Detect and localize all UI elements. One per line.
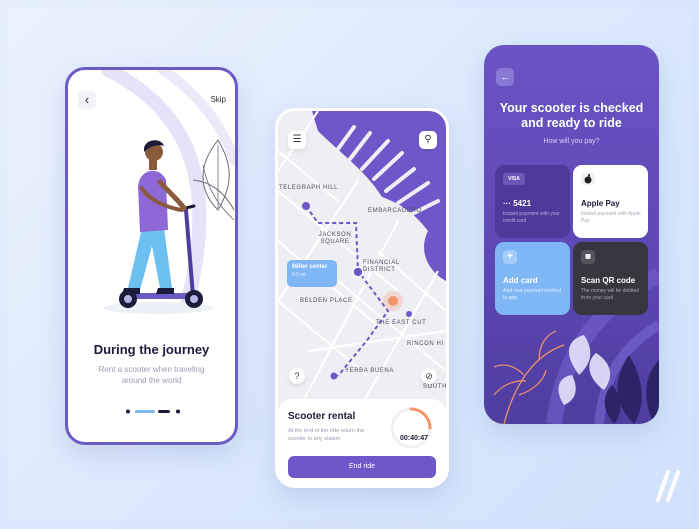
rental-description: At the end of the ride return the scoote…	[288, 428, 365, 442]
map-phone: TELEGRAPH HILL EMBARCADERO JACKSON SQUAR…	[275, 108, 449, 488]
menu-button[interactable]: ☰	[288, 131, 306, 149]
page-dot[interactable]	[126, 409, 130, 414]
street-label: THE EAST CUT	[376, 320, 427, 326]
page-dot[interactable]	[176, 409, 180, 414]
page-dot-active[interactable]	[135, 410, 155, 413]
help-button[interactable]: ?	[289, 368, 305, 384]
ride-timer: 00:40:47	[399, 435, 428, 442]
payment-option-card[interactable]: VISA ··· 5421 Instant payment with your …	[495, 165, 570, 238]
onboarding-title: During the journey	[93, 342, 210, 357]
page-indicator	[126, 409, 180, 414]
chevron-left-icon: ‹	[84, 92, 90, 107]
rental-sheet: Scooter rental At the end of the ride re…	[278, 399, 446, 485]
street-label: YERBA BUENA	[345, 368, 394, 374]
brand-logo	[656, 470, 680, 502]
option-description: Add new payment method to app	[503, 288, 562, 301]
location-distance: 0.6 mi	[292, 272, 306, 278]
street-label: BELDEN PLACE	[300, 298, 353, 304]
back-button[interactable]: ←	[496, 68, 514, 86]
payment-option-add-card[interactable]: + Add card Add new payment method to app	[495, 242, 570, 315]
location-name: Miller center	[292, 264, 328, 270]
street-label: TELEGRAPH HILL	[279, 185, 339, 191]
search-icon: ⚲	[424, 134, 432, 145]
option-description: The money will be debited from your card	[581, 288, 640, 301]
hamburger-menu-icon: ☰	[292, 134, 302, 145]
compass-icon: ⊘	[425, 371, 433, 381]
street-label: EMBARCADERO	[368, 208, 422, 214]
option-description: Instant payment with Apple Pay	[581, 211, 641, 224]
timer-ring	[390, 407, 432, 449]
option-title: Add card	[503, 276, 538, 285]
page-dot[interactable]	[158, 410, 170, 413]
plus-icon: +	[503, 250, 517, 264]
visa-icon: VISA	[503, 173, 525, 185]
card-number: ··· 5421	[503, 199, 532, 208]
street-label: FINANCIAL DISTRICT	[363, 260, 400, 273]
street-label: RINCON HI	[407, 341, 444, 347]
payment-option-apple-pay[interactable]: Apple Pay Instant payment with Apple Pay	[573, 165, 648, 238]
compass-button[interactable]: ⊘	[421, 368, 437, 384]
payment-option-qr[interactable]: ▦ Scan QR code The money will be debited…	[573, 242, 648, 315]
location-bubble[interactable]: Miller center 0.6 mi	[287, 260, 337, 287]
onboarding-subtitle: Rent a scooter when traveling around the…	[98, 365, 205, 385]
apple-icon	[581, 173, 595, 185]
street-label: SOUTH	[423, 384, 447, 390]
rental-title: Scooter rental	[288, 411, 356, 422]
onboarding-phone: ‹ Skip During the journey Rent a scooter…	[65, 67, 238, 445]
payment-title: Your scooter is checked and ready to rid…	[499, 101, 644, 130]
arrow-left-icon: ←	[500, 72, 510, 82]
option-description: Instant payment with your credit card	[503, 211, 560, 224]
qr-icon: ▦	[581, 250, 595, 264]
payment-phone: ← Your scooter is checked and ready to r…	[484, 45, 659, 424]
option-title: Scan QR code	[581, 276, 636, 285]
scooter-rider-illustration	[103, 140, 213, 314]
back-button[interactable]: ‹	[78, 91, 96, 109]
street-label: JACKSON SQUARE	[318, 232, 352, 245]
skip-button[interactable]: Skip	[210, 95, 226, 104]
end-ride-button[interactable]: End ride	[288, 456, 436, 478]
payment-subtitle: How will you pay?	[543, 138, 600, 145]
question-icon: ?	[294, 371, 300, 381]
option-title: Apple Pay	[581, 199, 620, 208]
search-button[interactable]: ⚲	[419, 131, 437, 149]
